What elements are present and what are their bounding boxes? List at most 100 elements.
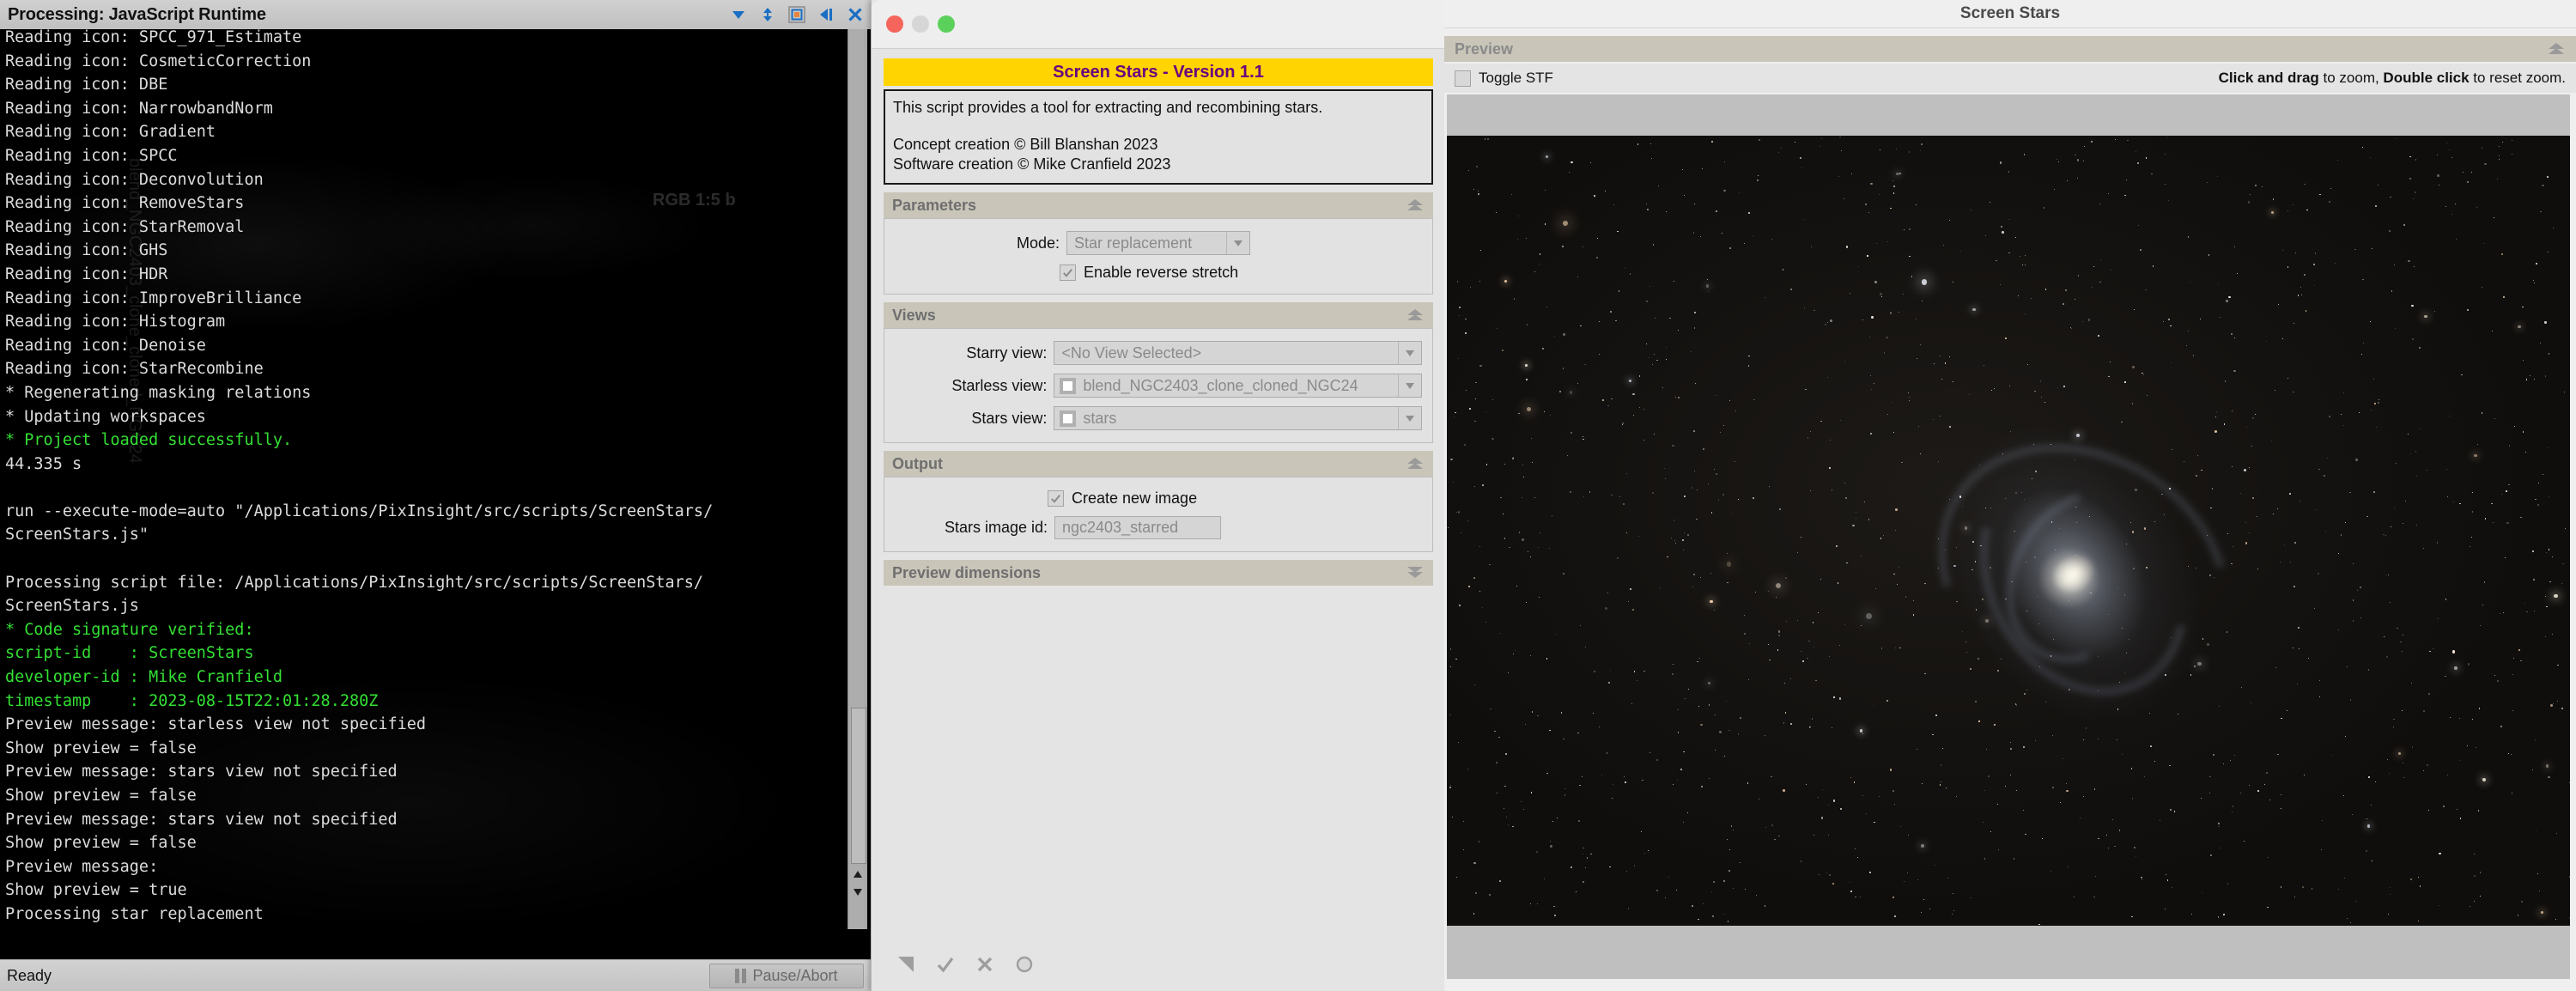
chevron-down-icon[interactable] xyxy=(1398,407,1421,429)
apply-check-icon[interactable] xyxy=(935,954,956,975)
cancel-x-icon[interactable] xyxy=(975,954,995,975)
console-scrollbar[interactable] xyxy=(848,29,867,929)
star xyxy=(2196,454,2199,456)
star xyxy=(1583,496,1584,497)
star xyxy=(2385,574,2387,576)
reset-circle-icon[interactable] xyxy=(1014,954,1035,975)
star xyxy=(1564,794,1566,796)
chevron-up-icon[interactable] xyxy=(1406,456,1425,471)
mode-dropdown[interactable]: Star replacement xyxy=(1066,231,1250,255)
scroll-down-arrow-icon[interactable] xyxy=(851,885,865,900)
console-log-line: ScreenStars.js" xyxy=(5,526,149,544)
star xyxy=(1868,211,1870,213)
close-window-button[interactable] xyxy=(886,15,903,33)
star xyxy=(1783,789,1785,792)
star xyxy=(1985,748,1988,750)
star xyxy=(1672,444,1674,447)
stars-image-id-input[interactable]: ngc2403_starred xyxy=(1054,516,1221,539)
star xyxy=(2293,322,2294,324)
star xyxy=(1539,596,1540,598)
maximize-icon[interactable] xyxy=(788,6,805,23)
star xyxy=(1913,600,1915,602)
chevron-up-icon[interactable] xyxy=(1406,198,1425,213)
views-group: Starry view: <No View Selected> Starless… xyxy=(884,328,1433,443)
star xyxy=(2373,379,2375,380)
collapse-left-icon[interactable] xyxy=(817,6,835,23)
star xyxy=(2004,786,2006,787)
section-header-preview-dimensions[interactable]: Preview dimensions xyxy=(884,560,1433,586)
star xyxy=(1855,896,1856,897)
star xyxy=(2367,669,2369,671)
console-log-line: Show preview = true xyxy=(5,881,187,900)
section-header-preview[interactable]: Preview xyxy=(1444,36,2576,62)
chevron-up-icon[interactable] xyxy=(2547,41,2566,57)
console-log-area[interactable]: blend_NGC2403_clone_cloned_NGC24 RGB 1:5… xyxy=(0,29,871,960)
maximize-window-button[interactable] xyxy=(938,15,955,33)
star xyxy=(1699,658,1701,660)
checkbox-box[interactable] xyxy=(1048,490,1064,507)
new-instance-icon[interactable] xyxy=(896,954,916,975)
chevron-down-icon[interactable] xyxy=(1398,374,1421,397)
starless-view-dropdown[interactable]: blend_NGC2403_clone_cloned_NGC24 xyxy=(1054,374,1422,398)
star xyxy=(1951,914,1953,915)
star xyxy=(1580,325,1583,327)
star xyxy=(1586,857,1589,859)
star xyxy=(2094,875,2096,878)
minimize-window-button[interactable] xyxy=(912,15,929,33)
star xyxy=(1457,742,1459,744)
star xyxy=(1894,915,1897,917)
resize-vertical-icon[interactable] xyxy=(759,6,776,23)
stars-view-dropdown[interactable]: stars xyxy=(1054,406,1422,430)
chevron-up-icon[interactable] xyxy=(1406,307,1425,323)
scroll-up-arrow-icon[interactable] xyxy=(851,866,865,882)
checkbox-box[interactable] xyxy=(1060,264,1076,281)
star xyxy=(2018,295,2020,296)
star xyxy=(1579,625,1581,627)
star xyxy=(1727,581,1728,583)
star xyxy=(1632,414,1634,416)
star xyxy=(1837,582,1839,584)
star xyxy=(2145,157,2148,159)
star xyxy=(1467,170,1469,172)
star xyxy=(2352,563,2354,565)
starfield-image[interactable] xyxy=(1447,136,2570,926)
star xyxy=(2389,893,2391,895)
star xyxy=(2555,918,2557,920)
star xyxy=(1649,752,1651,754)
star xyxy=(1722,879,1726,883)
star xyxy=(1893,192,1895,194)
star xyxy=(1672,663,1674,665)
star xyxy=(2344,521,2346,523)
console-titlebar: Processing: JavaScript Runtime xyxy=(0,0,871,30)
star xyxy=(1755,894,1758,897)
star xyxy=(1676,779,1679,781)
star xyxy=(2522,431,2524,433)
chevron-down-icon[interactable] xyxy=(1398,342,1421,364)
preview-image-canvas[interactable] xyxy=(1447,94,2570,979)
star xyxy=(2323,474,2326,477)
star xyxy=(1549,729,1552,732)
create-new-image-checkbox[interactable]: Create new image xyxy=(1048,489,1197,508)
star xyxy=(1604,607,1607,610)
star xyxy=(2030,297,2032,299)
star xyxy=(1569,490,1571,493)
star xyxy=(2466,745,2469,747)
chevron-down-icon[interactable] xyxy=(730,6,747,23)
section-header-views[interactable]: Views xyxy=(884,302,1433,328)
console-scrollbar-thumb[interactable] xyxy=(851,708,866,864)
star xyxy=(1518,412,1520,415)
starry-view-dropdown[interactable]: <No View Selected> xyxy=(1054,341,1422,365)
star xyxy=(2142,372,2143,374)
section-header-output[interactable]: Output xyxy=(884,451,1433,477)
enable-reverse-stretch-checkbox[interactable]: Enable reverse stretch xyxy=(1060,264,1238,282)
toggle-stf-checkbox[interactable] xyxy=(1455,70,1471,87)
chevron-down-icon[interactable] xyxy=(1226,232,1249,254)
star xyxy=(1485,621,1487,623)
pause-abort-button[interactable]: Pause/Abort xyxy=(709,964,864,988)
check-icon xyxy=(1063,269,1072,277)
star xyxy=(1642,779,1643,781)
section-header-parameters[interactable]: Parameters xyxy=(884,192,1433,218)
close-icon[interactable] xyxy=(847,6,864,23)
star xyxy=(1784,682,1786,684)
chevron-down-icon[interactable] xyxy=(1406,565,1425,581)
